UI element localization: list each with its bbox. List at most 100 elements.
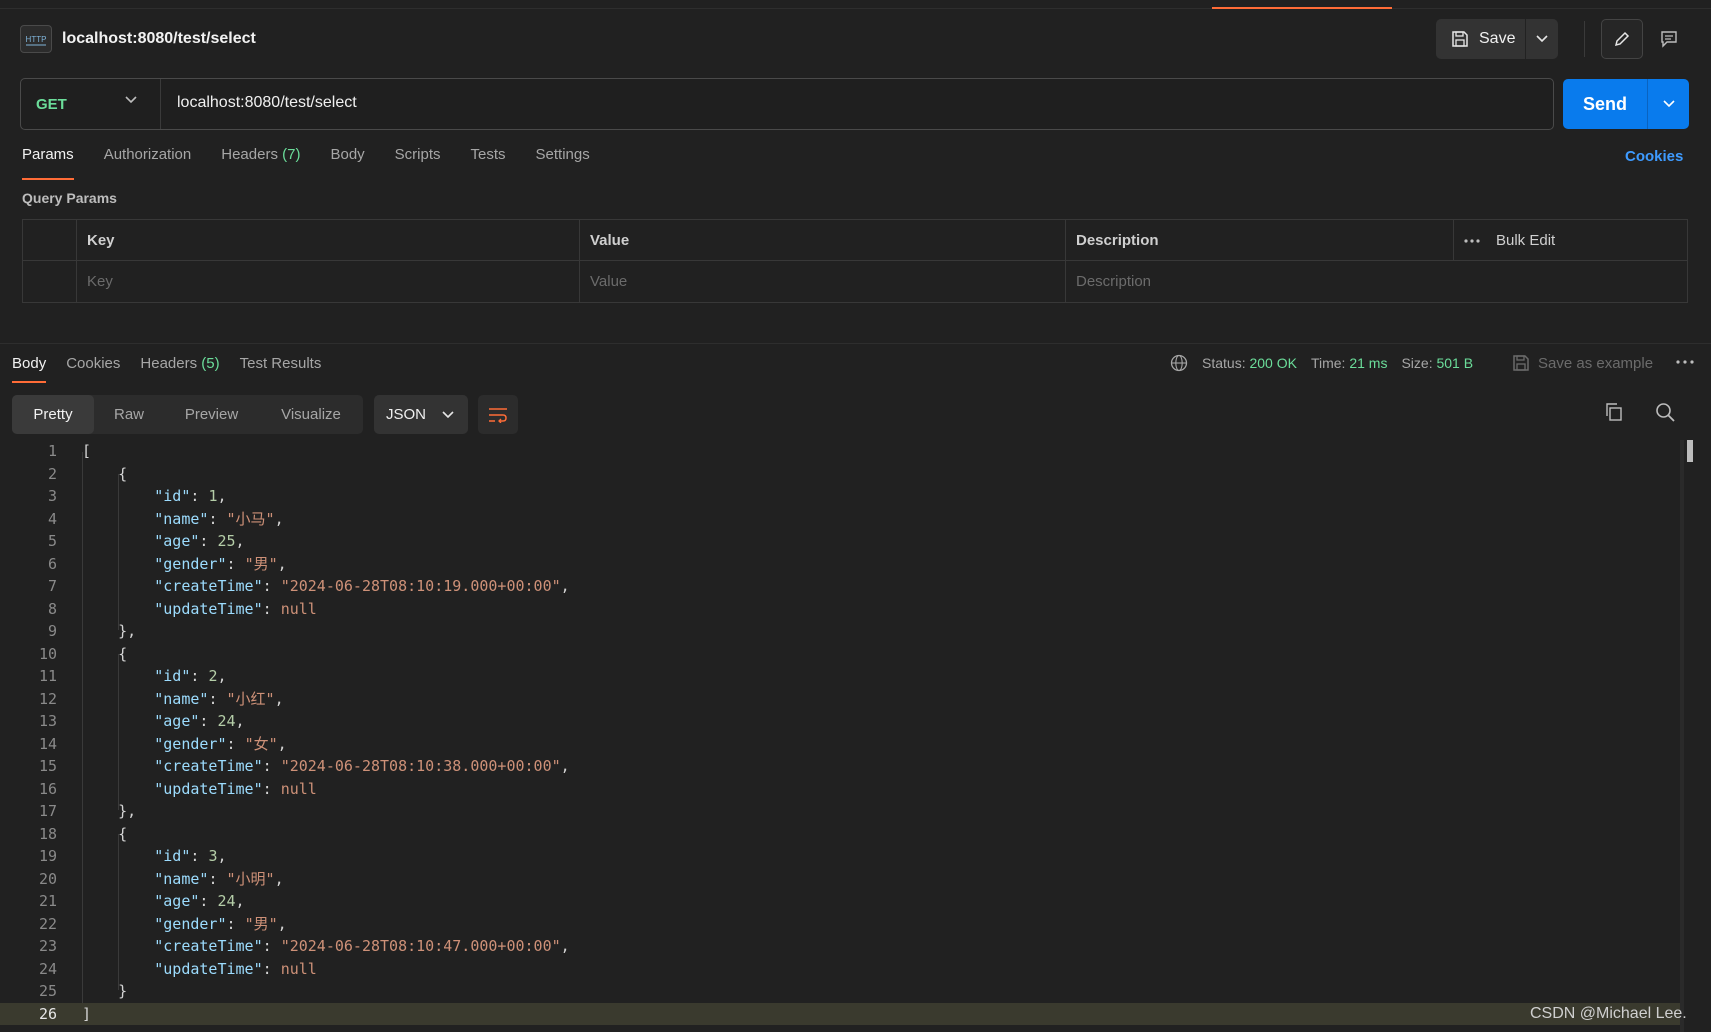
json-value: 24 xyxy=(217,712,236,731)
code-line: 17 }, xyxy=(0,800,1680,823)
tab-settings[interactable]: Settings xyxy=(536,146,590,180)
comments-button[interactable] xyxy=(1648,19,1690,59)
tab-response-cookies[interactable]: Cookies xyxy=(66,355,120,372)
json-value: 2 xyxy=(208,667,218,686)
code-text: } xyxy=(82,982,128,1001)
response-body-editor[interactable]: 1[ 2 { 3 "id": 1, 4 "name": "小马", 5 "age… xyxy=(0,440,1711,1032)
code-line: 1[ xyxy=(0,440,1680,463)
code-line: 16 "updateTime": null xyxy=(0,778,1680,801)
tab-headers[interactable]: Headers (7) xyxy=(221,146,300,180)
search-icon[interactable] xyxy=(1655,402,1675,422)
globe-icon[interactable] xyxy=(1170,354,1188,372)
line-number: 3 xyxy=(47,487,57,506)
bulk-edit-button[interactable]: Bulk Edit xyxy=(1496,232,1555,249)
value-input[interactable]: Value xyxy=(579,261,1065,302)
line-number: 19 xyxy=(38,847,57,866)
tab-params[interactable]: Params xyxy=(22,146,74,180)
json-key: "id" xyxy=(154,847,191,866)
save-button[interactable]: Save xyxy=(1436,19,1526,59)
size-info[interactable]: Size: 501 B xyxy=(1401,355,1473,371)
json-key: "createTime" xyxy=(154,577,263,596)
json-value: "小马" xyxy=(226,510,275,529)
top-border xyxy=(0,0,1711,9)
code-line: 7 "createTime": "2024-06-28T08:10:19.000… xyxy=(0,575,1680,598)
more-icon[interactable] xyxy=(1676,360,1694,364)
request-header: HTTP localhost:8080/test/select Save xyxy=(0,9,1711,69)
tab-tests[interactable]: Tests xyxy=(471,146,506,180)
tab-response-body[interactable]: Body xyxy=(12,355,47,383)
code-text: "updateTime": null xyxy=(154,779,317,798)
code-line: 13 "age": 24, xyxy=(0,710,1680,733)
more-icon[interactable] xyxy=(1464,238,1480,243)
json-value: "小红" xyxy=(226,690,275,709)
code-line: 25 } xyxy=(0,980,1680,1003)
response-status-bar: Status: 200 OK Time: 21 ms Size: 501 B xyxy=(1170,354,1473,372)
code-line: 20 "name": "小明", xyxy=(0,868,1680,891)
json-key: "updateTime" xyxy=(154,599,263,618)
format-select[interactable]: JSON xyxy=(374,395,468,434)
code-text: ] xyxy=(82,1004,92,1023)
json-value: null xyxy=(280,959,317,978)
method-select[interactable]: GET xyxy=(21,79,161,129)
time-value: 21 ms xyxy=(1349,355,1388,371)
column-header-key: Key xyxy=(76,220,579,261)
line-number: 15 xyxy=(38,757,57,776)
status-value: 200 OK xyxy=(1249,355,1297,371)
code-line: 19 "id": 3, xyxy=(0,845,1680,868)
code-line: 2 { xyxy=(0,463,1680,486)
time-label: Time: xyxy=(1310,355,1346,371)
view-raw[interactable]: Raw xyxy=(94,395,164,434)
tab-test-results[interactable]: Test Results xyxy=(240,355,322,372)
view-pretty[interactable]: Pretty xyxy=(12,395,94,434)
json-value: 25 xyxy=(217,532,236,551)
code-text: "age": 25, xyxy=(154,532,245,551)
cookies-link[interactable]: Cookies xyxy=(1625,148,1683,165)
size-value: 501 B xyxy=(1436,355,1474,371)
save-button-group: Save xyxy=(1436,19,1558,59)
url-input[interactable]: localhost:8080/test/select xyxy=(177,94,357,112)
code-line: 23 "createTime": "2024-06-28T08:10:47.00… xyxy=(0,935,1680,958)
edit-button[interactable] xyxy=(1601,19,1643,59)
tab-authorization[interactable]: Authorization xyxy=(104,146,192,180)
wrap-lines-button[interactable] xyxy=(478,395,518,434)
query-params-label: Query Params xyxy=(22,190,117,206)
toolbar-divider xyxy=(1584,21,1585,57)
status-label: Status: xyxy=(1202,355,1246,371)
send-button[interactable]: Send xyxy=(1563,79,1648,129)
pane-divider[interactable] xyxy=(0,343,1711,344)
json-value: null xyxy=(280,599,317,618)
format-label: JSON xyxy=(386,406,427,423)
code-line: 14 "gender": "女", xyxy=(0,733,1680,756)
editor-scrollbar-thumb[interactable] xyxy=(1687,440,1693,462)
code-line: 6 "gender": "男", xyxy=(0,553,1680,576)
send-dropdown-button[interactable] xyxy=(1648,79,1689,129)
tab-scripts[interactable]: Scripts xyxy=(395,146,441,180)
view-preview[interactable]: Preview xyxy=(164,395,259,434)
table-actions-cell: Bulk Edit xyxy=(1453,220,1687,261)
tab-body[interactable]: Body xyxy=(330,146,364,180)
save-as-example-button[interactable]: Save as example xyxy=(1512,354,1653,372)
code-line: 18 { xyxy=(0,823,1680,846)
tab-headers-count: (7) xyxy=(282,146,301,163)
tab-response-headers-label: Headers xyxy=(140,355,198,372)
time-info[interactable]: Time: 21 ms xyxy=(1311,355,1388,371)
copy-icon[interactable] xyxy=(1604,402,1624,422)
save-dropdown-button[interactable] xyxy=(1526,19,1558,59)
code-text: "createTime": "2024-06-28T08:10:47.000+0… xyxy=(154,937,570,956)
line-number: 8 xyxy=(47,599,57,618)
tab-response-headers[interactable]: Headers (5) xyxy=(140,355,219,372)
line-number: 26 xyxy=(38,1004,57,1023)
key-input[interactable]: Key xyxy=(76,261,579,302)
editor-scrollbar-track[interactable] xyxy=(1680,440,1684,1032)
column-header-description: Description xyxy=(1065,220,1453,261)
request-title[interactable]: localhost:8080/test/select xyxy=(62,30,256,48)
json-value: "2024-06-28T08:10:19.000+00:00" xyxy=(280,577,561,596)
line-number: 22 xyxy=(38,914,57,933)
line-number: 12 xyxy=(38,689,57,708)
response-tabs: Body Cookies Headers (5) Test Results xyxy=(12,355,322,383)
method-label: GET xyxy=(36,95,67,113)
json-value: "男" xyxy=(244,555,278,574)
description-input[interactable]: Description xyxy=(1065,261,1687,302)
status-info[interactable]: Status: 200 OK xyxy=(1202,355,1297,371)
view-visualize[interactable]: Visualize xyxy=(259,395,363,434)
